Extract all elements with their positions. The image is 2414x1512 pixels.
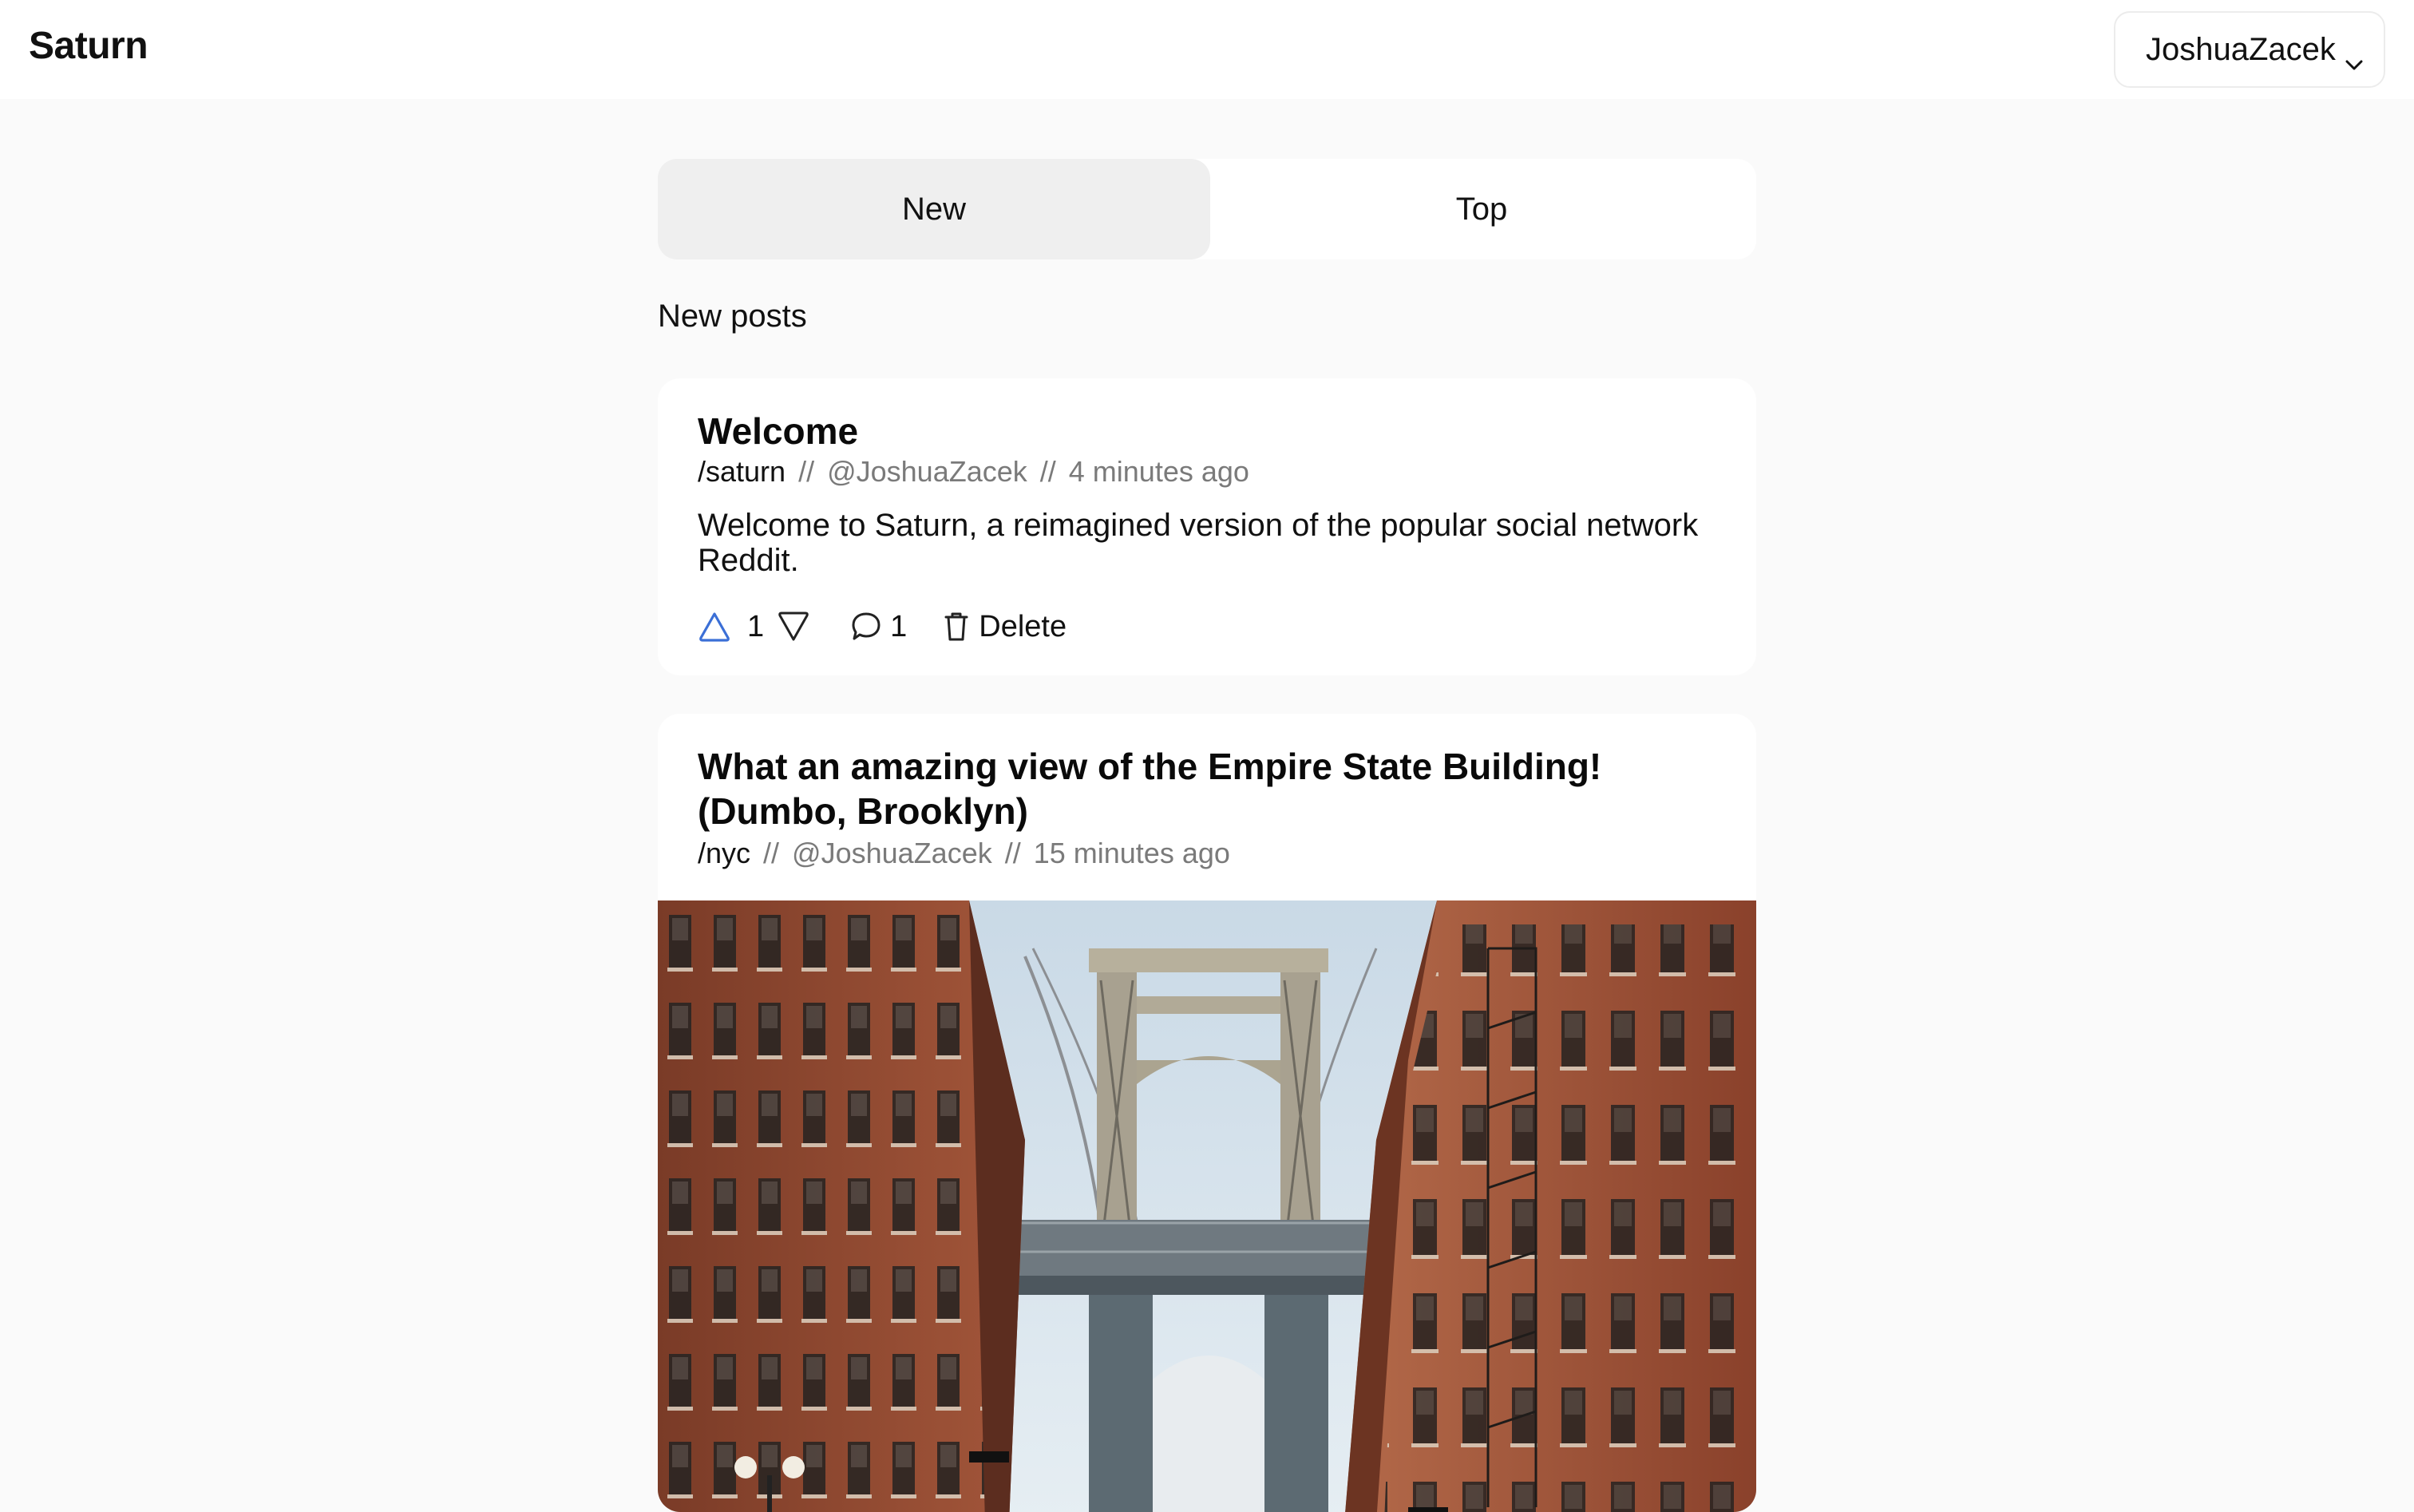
delete-label: Delete	[979, 609, 1067, 643]
section-title: New posts	[658, 299, 807, 334]
post-image[interactable]	[658, 900, 1756, 1512]
tab-top[interactable]: Top	[1205, 159, 1758, 259]
post-card[interactable]: Welcome /saturn // @JoshuaZacek // 4 minutes…	[658, 378, 1756, 675]
feed-tabs: New Top	[658, 159, 1756, 259]
post-subreddit[interactable]: /nyc	[698, 837, 750, 869]
vote-count: 1	[747, 609, 765, 643]
downvote-icon	[777, 611, 810, 643]
post-meta: /nyc // @JoshuaZacek // 15 minutes ago	[698, 837, 1230, 870]
upvote-icon	[698, 611, 731, 643]
brand-logo[interactable]: Saturn	[29, 24, 148, 68]
post-body: Welcome to Saturn, a reimagined version …	[698, 508, 1699, 578]
comment-icon	[850, 611, 882, 643]
post-title[interactable]: What an amazing view of the Empire State…	[698, 744, 1688, 833]
post-author[interactable]: @JoshuaZacek	[792, 837, 992, 869]
post-time: 15 minutes ago	[1033, 837, 1230, 869]
top-bar: Saturn JoshuaZacek	[0, 0, 2414, 99]
post-time: 4 minutes ago	[1068, 455, 1249, 488]
delete-button[interactable]: Delete	[944, 610, 1067, 644]
post-subreddit[interactable]: /saturn	[698, 455, 786, 488]
meta-separator: //	[1004, 837, 1021, 869]
username-label: JoshuaZacek	[2146, 31, 2336, 67]
upvote-button[interactable]	[698, 611, 731, 643]
meta-separator: //	[763, 837, 780, 869]
tab-new[interactable]: New	[658, 159, 1210, 259]
user-menu-button[interactable]: JoshuaZacek	[2114, 11, 2385, 88]
downvote-button[interactable]	[777, 611, 810, 643]
post-meta: /saturn // @JoshuaZacek // 4 minutes ago	[698, 455, 1249, 489]
chevron-down-icon	[2345, 43, 2363, 79]
post-title[interactable]: Welcome	[698, 409, 858, 453]
comments-button[interactable]: 1	[850, 610, 907, 644]
post-author[interactable]: @JoshuaZacek	[827, 455, 1027, 488]
meta-separator: //	[798, 455, 815, 488]
comment-count: 1	[890, 609, 908, 643]
post-card[interactable]: What an amazing view of the Empire State…	[658, 714, 1756, 1512]
post-actions: 1 1 Delete	[698, 607, 1067, 647]
meta-separator: //	[1039, 455, 1056, 488]
trash-icon	[944, 611, 969, 643]
